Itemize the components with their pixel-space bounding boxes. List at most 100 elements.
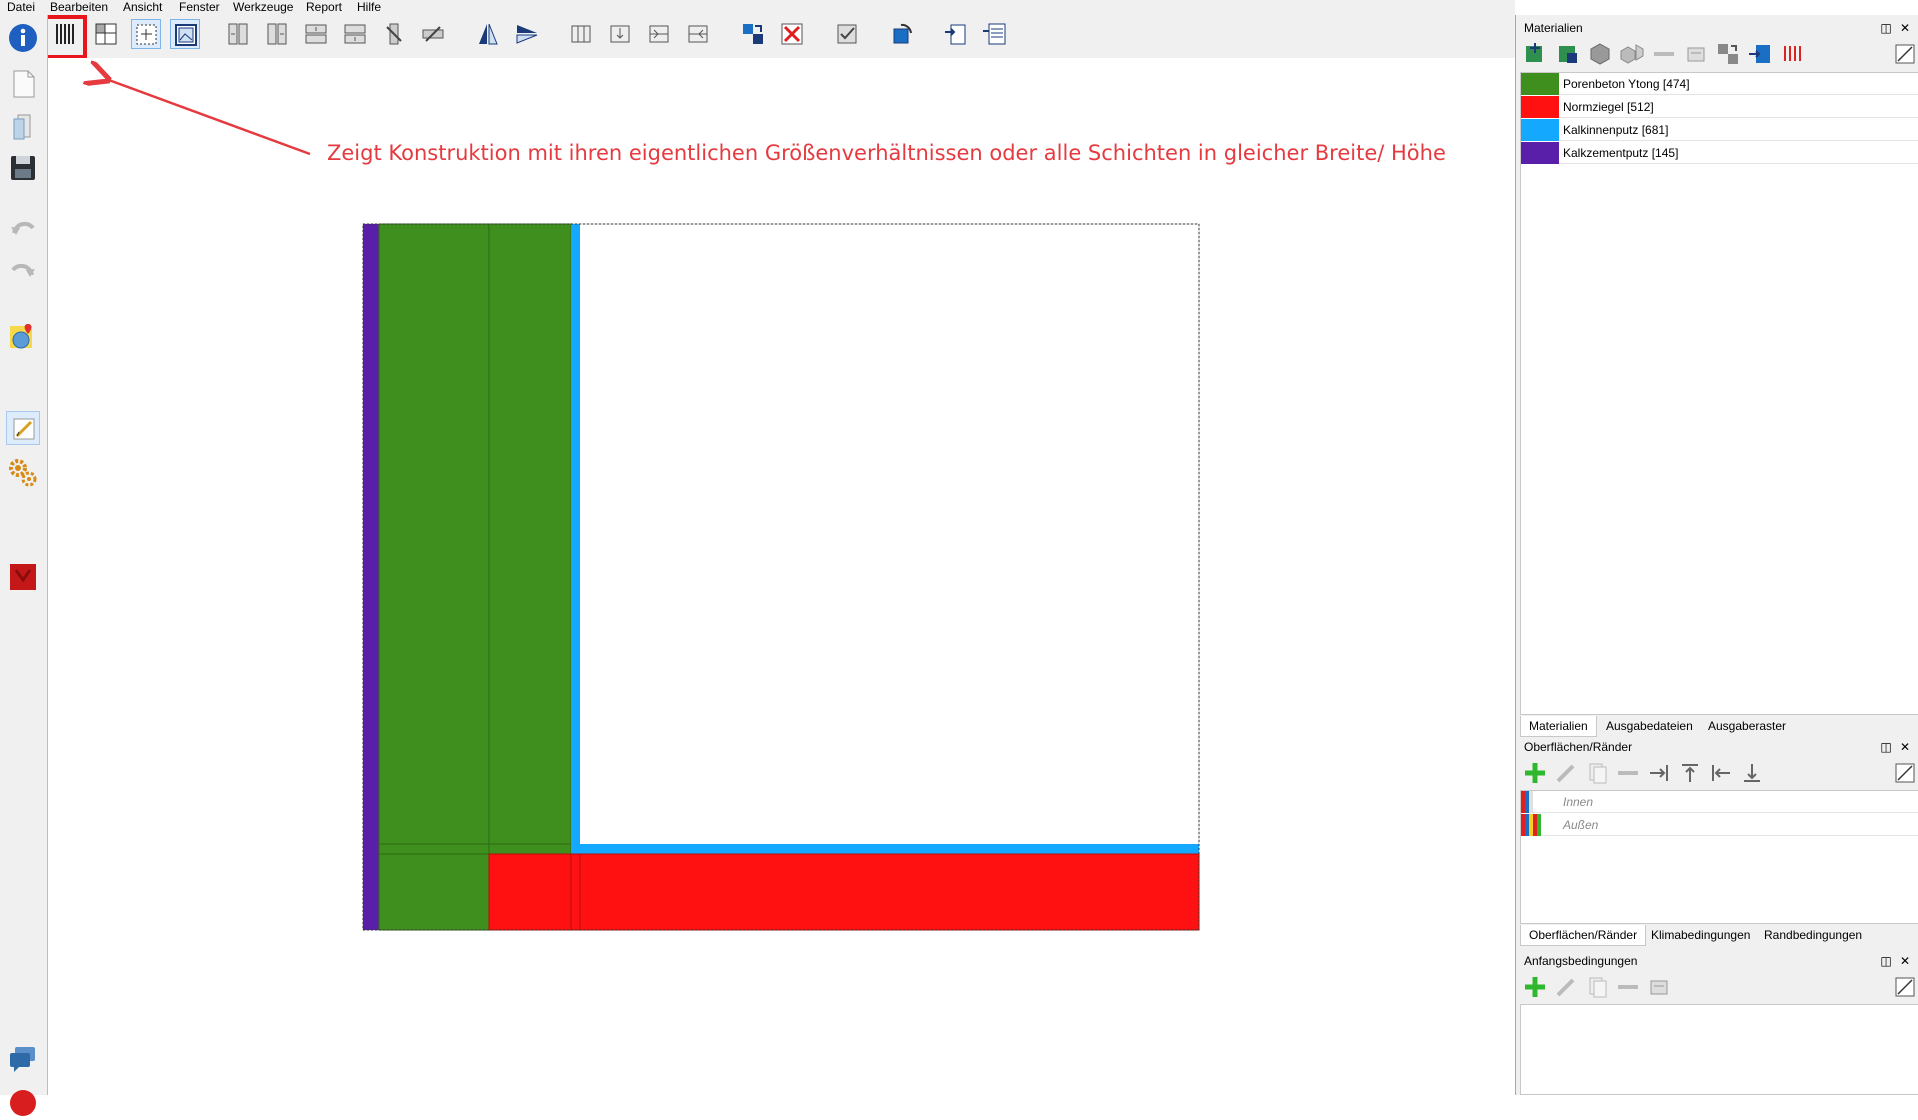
export-geometry-button[interactable] <box>941 19 971 49</box>
new-file-button[interactable] <box>6 67 40 101</box>
insert-row-above-button[interactable] <box>301 19 331 49</box>
normziegel-layer[interactable] <box>488 853 1200 931</box>
material-row[interactable]: Kalkzementputz [145] <box>1521 142 1918 164</box>
export-table-button[interactable] <box>980 19 1010 49</box>
remove-initial-button[interactable] <box>1615 974 1641 1000</box>
kalkzementputz-layer[interactable] <box>363 224 379 930</box>
delete-row-button[interactable] <box>418 19 448 49</box>
assign-left-button[interactable] <box>1708 760 1734 786</box>
merge-right-button[interactable] <box>683 19 713 49</box>
split-rows-icon <box>610 25 630 43</box>
remove-material-button[interactable] <box>777 19 807 49</box>
tab-ausgaberaster[interactable]: Ausgaberaster <box>1700 716 1794 737</box>
add-material-copy-button[interactable] <box>1555 41 1581 67</box>
kalkinnenputz-layer[interactable] <box>571 224 580 854</box>
geometry-canvas[interactable]: Zeigt Konstruktion mit ihren eigentliche… <box>48 58 1515 1095</box>
mirror-vertical-button[interactable] <box>473 19 503 49</box>
material-database-button[interactable] <box>1587 41 1613 67</box>
insert-column-left-button[interactable] <box>223 19 253 49</box>
tab-materialien[interactable]: Materialien <box>1520 716 1597 737</box>
float-icon[interactable]: ◫ <box>1878 18 1894 38</box>
material-export-button[interactable] <box>1747 41 1773 67</box>
surface-row[interactable]: Außen <box>1521 814 1918 836</box>
redo-button[interactable] <box>6 253 40 287</box>
panel-edit-button[interactable] <box>1892 974 1918 1000</box>
check-construction-button[interactable] <box>832 19 862 49</box>
grid-view-button[interactable] <box>91 19 121 49</box>
split-rows-button[interactable] <box>605 19 635 49</box>
assign-top-button[interactable] <box>1677 760 1703 786</box>
close-icon[interactable]: ✕ <box>1897 737 1913 757</box>
close-icon[interactable]: ✕ <box>1897 951 1913 971</box>
delete-column-button[interactable] <box>379 19 409 49</box>
add-material-button[interactable] <box>1522 41 1548 67</box>
location-climate-button[interactable] <box>6 320 40 354</box>
porenbeton-layer[interactable] <box>378 223 572 931</box>
tab-ausgabedateien[interactable]: Ausgabedateien <box>1598 716 1701 737</box>
merge-left-button[interactable] <box>644 19 674 49</box>
chat-button[interactable] <box>6 1042 40 1076</box>
split-columns-button[interactable] <box>566 19 596 49</box>
panel-edit-button[interactable] <box>1892 760 1918 786</box>
settings-button[interactable] <box>6 456 40 490</box>
table-document-icon <box>983 23 1006 45</box>
menu-hilfe[interactable]: Hilfe <box>357 0 381 15</box>
copy-surface-button[interactable] <box>1584 760 1610 786</box>
material-colors-button[interactable] <box>1779 41 1805 67</box>
kalkinnenputz-layer[interactable] <box>571 844 1199 854</box>
remove-surface-button[interactable] <box>1615 760 1641 786</box>
tab-randbedingungen[interactable]: Randbedingungen <box>1756 925 1870 946</box>
insert-column-right-button[interactable] <box>262 19 292 49</box>
speech-bubbles-icon <box>10 1047 35 1072</box>
menu-ansicht[interactable]: Ansicht <box>123 0 162 15</box>
menu-werkzeuge[interactable]: Werkzeuge <box>233 0 293 15</box>
close-icon[interactable]: ✕ <box>1897 18 1913 38</box>
calculation-button[interactable] <box>6 560 40 594</box>
initial-properties-button[interactable] <box>1646 974 1672 1000</box>
geometry-editor-button[interactable] <box>6 411 40 445</box>
menu-fenster[interactable]: Fenster <box>179 0 220 15</box>
insert-row-below-button[interactable] <box>340 19 370 49</box>
float-icon[interactable]: ◫ <box>1878 951 1894 971</box>
remove-material-button[interactable] <box>1651 41 1677 67</box>
material-row[interactable]: Porenbeton Ytong [474] <box>1521 73 1918 95</box>
material-import-button[interactable] <box>1619 41 1645 67</box>
material-row[interactable]: Normziegel [512] <box>1521 96 1918 118</box>
save-button[interactable] <box>6 151 40 185</box>
add-surface-button[interactable] <box>1522 760 1548 786</box>
menu-report[interactable]: Report <box>306 0 342 15</box>
edit-surface-button[interactable] <box>1553 760 1579 786</box>
surfaces-list: Innen Außen <box>1520 790 1918 924</box>
menu-datei[interactable]: Datei <box>7 0 35 15</box>
construction-drawing[interactable] <box>48 58 1515 1095</box>
cubes-icon <box>1620 44 1644 64</box>
copy-initial-button[interactable] <box>1584 974 1610 1000</box>
open-file-button[interactable] <box>6 109 40 143</box>
assign-right-button[interactable] <box>1646 760 1672 786</box>
undo-button[interactable] <box>6 211 40 245</box>
mirror-horizontal-button[interactable] <box>512 19 542 49</box>
surface-row[interactable]: Innen <box>1521 791 1918 813</box>
image-view-button[interactable] <box>170 19 200 49</box>
material-replace-button[interactable] <box>1715 41 1741 67</box>
float-icon[interactable]: ◫ <box>1878 737 1894 757</box>
tab-oberflaechen[interactable]: Oberflächen/Ränder <box>1520 925 1647 946</box>
cube-icon <box>1590 43 1610 65</box>
tab-klimabedingungen[interactable]: Klimabedingungen <box>1643 925 1758 946</box>
panel-edit-button[interactable] <box>1892 41 1918 67</box>
redo-arrow-icon <box>11 263 35 277</box>
material-properties-button[interactable] <box>1683 41 1709 67</box>
assign-bottom-button[interactable] <box>1739 760 1765 786</box>
material-row[interactable]: Kalkinnenputz [681] <box>1521 119 1918 141</box>
surfaces-dock-title: Oberflächen/Ränder ◫ ✕ <box>1516 737 1918 757</box>
add-initial-button[interactable] <box>1522 974 1548 1000</box>
rotate-construction-button[interactable] <box>887 19 917 49</box>
material-name: Kalkinnenputz [681] <box>1563 123 1669 137</box>
edit-initial-button[interactable] <box>1553 974 1579 1000</box>
select-view-button[interactable] <box>131 19 161 49</box>
info-button[interactable] <box>6 21 40 55</box>
menu-bearbeiten[interactable]: Bearbeiten <box>50 0 108 15</box>
exit-button[interactable] <box>6 1086 40 1120</box>
assign-material-button[interactable] <box>738 19 768 49</box>
minus-icon <box>1654 52 1674 56</box>
